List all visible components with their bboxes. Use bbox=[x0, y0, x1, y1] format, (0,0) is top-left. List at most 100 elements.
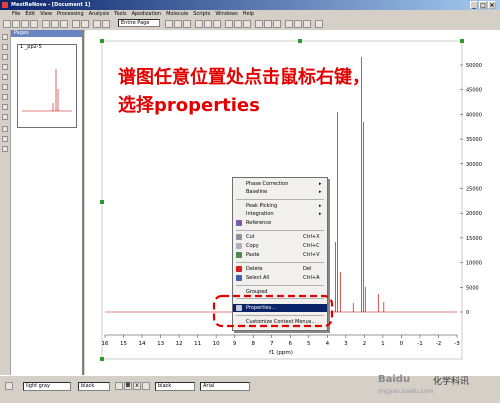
x-tick-label: -2 bbox=[436, 341, 441, 347]
table-tool-icon[interactable] bbox=[2, 114, 8, 120]
paste-icon[interactable] bbox=[60, 20, 68, 28]
x-tick-label: 16 bbox=[102, 341, 109, 347]
menu-item-copy[interactable]: Copy Ctrl+C bbox=[233, 242, 327, 250]
x-tick-label: 7 bbox=[270, 341, 274, 347]
menu-item-paste[interactable]: Paste Ctrl+V bbox=[233, 251, 327, 259]
select-icon[interactable] bbox=[183, 20, 191, 28]
undo-icon[interactable] bbox=[72, 20, 80, 28]
menu-item-reference[interactable]: Reference bbox=[233, 219, 327, 227]
new-icon[interactable] bbox=[3, 20, 11, 28]
menu-edit[interactable]: Edit bbox=[25, 11, 35, 17]
menu-item-delete[interactable]: Delete Del bbox=[233, 265, 327, 273]
watermark-logo: Baidu bbox=[378, 374, 411, 385]
y-axis: 5000045000400003500030000250002000015000… bbox=[460, 63, 482, 316]
baseline-icon[interactable] bbox=[234, 20, 242, 28]
submenu-arrow-icon: ▸ bbox=[319, 181, 322, 187]
watermark-url: jingyan.baidu.com bbox=[378, 388, 434, 395]
text-icon[interactable] bbox=[255, 20, 263, 28]
arrow-icon[interactable] bbox=[273, 20, 281, 28]
zoom-in-icon[interactable] bbox=[93, 20, 101, 28]
image-tool-icon[interactable] bbox=[2, 104, 8, 110]
multiplet-icon[interactable] bbox=[213, 20, 221, 28]
redo-icon[interactable] bbox=[81, 20, 89, 28]
integral-icon[interactable] bbox=[204, 20, 212, 28]
menu-item-baseline[interactable]: Baseline ▸ bbox=[233, 188, 327, 196]
annotation-text: 谱图任意位置处点击鼠标右键， 选择properties bbox=[118, 64, 448, 120]
menu-analysis[interactable]: Analysis bbox=[89, 11, 110, 17]
x-tick-label: 5 bbox=[307, 341, 311, 347]
page-view-combo[interactable]: Entire Page bbox=[118, 19, 160, 27]
menu-item-cut[interactable]: Cut Ctrl+X bbox=[233, 233, 327, 241]
menu-item-peak-picking[interactable]: Peak Picking ▸ bbox=[233, 202, 327, 210]
zoom-tool-icon[interactable] bbox=[2, 44, 8, 50]
align-icon[interactable] bbox=[115, 382, 123, 390]
subscript-icon[interactable] bbox=[142, 382, 150, 390]
cut-icon bbox=[236, 234, 242, 240]
menu-item-select-all[interactable]: Select All Ctrl+A bbox=[233, 274, 327, 282]
paste-icon bbox=[236, 252, 242, 258]
x-tick-label: 9 bbox=[233, 341, 237, 347]
menu-item-integration[interactable]: Integration ▸ bbox=[233, 210, 327, 218]
print-icon[interactable] bbox=[30, 20, 38, 28]
ruler-tool-icon[interactable] bbox=[2, 126, 8, 132]
selection-handle bbox=[298, 39, 302, 43]
copy-icon[interactable] bbox=[51, 20, 59, 28]
pointer-icon[interactable] bbox=[5, 382, 13, 390]
menu-apodization[interactable]: Apodization bbox=[132, 11, 161, 17]
report-icon[interactable] bbox=[303, 20, 311, 28]
menu-processing[interactable]: Processing bbox=[57, 11, 84, 17]
delete-icon bbox=[236, 266, 242, 272]
grid-tool-icon[interactable] bbox=[2, 136, 8, 142]
table-icon[interactable] bbox=[294, 20, 302, 28]
pages-panel: Pages 1 _pp2-5 bbox=[11, 30, 84, 375]
menu-scripts[interactable]: Scripts bbox=[193, 11, 210, 17]
cut-icon[interactable] bbox=[42, 20, 50, 28]
y-tick-label: 50000 bbox=[466, 63, 482, 69]
menu-item-phase-correction[interactable]: Phase Correction ▸ bbox=[233, 180, 327, 188]
menu-view[interactable]: View bbox=[40, 11, 52, 17]
thumbnail-spectrum bbox=[22, 69, 72, 112]
menu-windows[interactable]: Windows bbox=[215, 11, 237, 17]
minimize-button[interactable]: _ bbox=[470, 1, 478, 9]
x-axis-label: f1 (ppm) bbox=[269, 350, 293, 356]
pointer-tool-icon[interactable] bbox=[2, 34, 8, 40]
menu-file[interactable]: File bbox=[12, 11, 20, 17]
y-tick-label: 15000 bbox=[466, 236, 482, 242]
menu-tools[interactable]: Tools bbox=[114, 11, 126, 17]
text-tool-icon[interactable] bbox=[2, 54, 8, 60]
page-thumbnail[interactable]: 1 _pp2-5 bbox=[17, 44, 77, 128]
annotation-line-1: 谱图任意位置处点击鼠标右键， bbox=[118, 67, 370, 88]
font-select[interactable]: Arial bbox=[200, 382, 250, 391]
ellipse-tool-icon[interactable] bbox=[2, 74, 8, 80]
menu-help[interactable]: Help bbox=[243, 11, 254, 17]
phase-icon[interactable] bbox=[225, 20, 233, 28]
x-tick-label: 0 bbox=[400, 341, 404, 347]
select-all-icon bbox=[236, 275, 242, 281]
text-color-select[interactable]: black bbox=[155, 382, 195, 391]
molecule-icon[interactable] bbox=[285, 20, 293, 28]
line-color-select[interactable]: light gray bbox=[23, 382, 71, 391]
zoom-out-icon[interactable] bbox=[102, 20, 110, 28]
menu-molecule[interactable]: Molecule bbox=[166, 11, 188, 17]
maximize-button[interactable]: □ bbox=[479, 1, 487, 9]
save-icon[interactable] bbox=[21, 20, 29, 28]
open-icon[interactable] bbox=[12, 20, 20, 28]
fill-color-select[interactable]: black bbox=[78, 382, 110, 391]
line-icon[interactable] bbox=[264, 20, 272, 28]
fit-icon[interactable] bbox=[165, 20, 173, 28]
arrow-tool-icon[interactable] bbox=[2, 94, 8, 100]
bold-icon[interactable]: B bbox=[124, 382, 132, 390]
x-tick-label: 8 bbox=[251, 341, 255, 347]
help-icon[interactable] bbox=[315, 20, 323, 28]
thumbnail-label: 1 _pp2-5 bbox=[20, 44, 42, 50]
close-button[interactable]: × bbox=[488, 1, 496, 9]
align-tool-icon[interactable] bbox=[2, 146, 8, 152]
font-size-icon[interactable]: x bbox=[133, 382, 141, 390]
line-tool-icon[interactable] bbox=[2, 84, 8, 90]
rect-tool-icon[interactable] bbox=[2, 64, 8, 70]
peak-icon[interactable] bbox=[195, 20, 203, 28]
reference-icon[interactable] bbox=[243, 20, 251, 28]
pan-icon[interactable] bbox=[174, 20, 182, 28]
menu-bar: File Edit View Processing Analysis Tools Apodi… bbox=[0, 10, 500, 18]
x-tick-label: 15 bbox=[120, 341, 127, 347]
